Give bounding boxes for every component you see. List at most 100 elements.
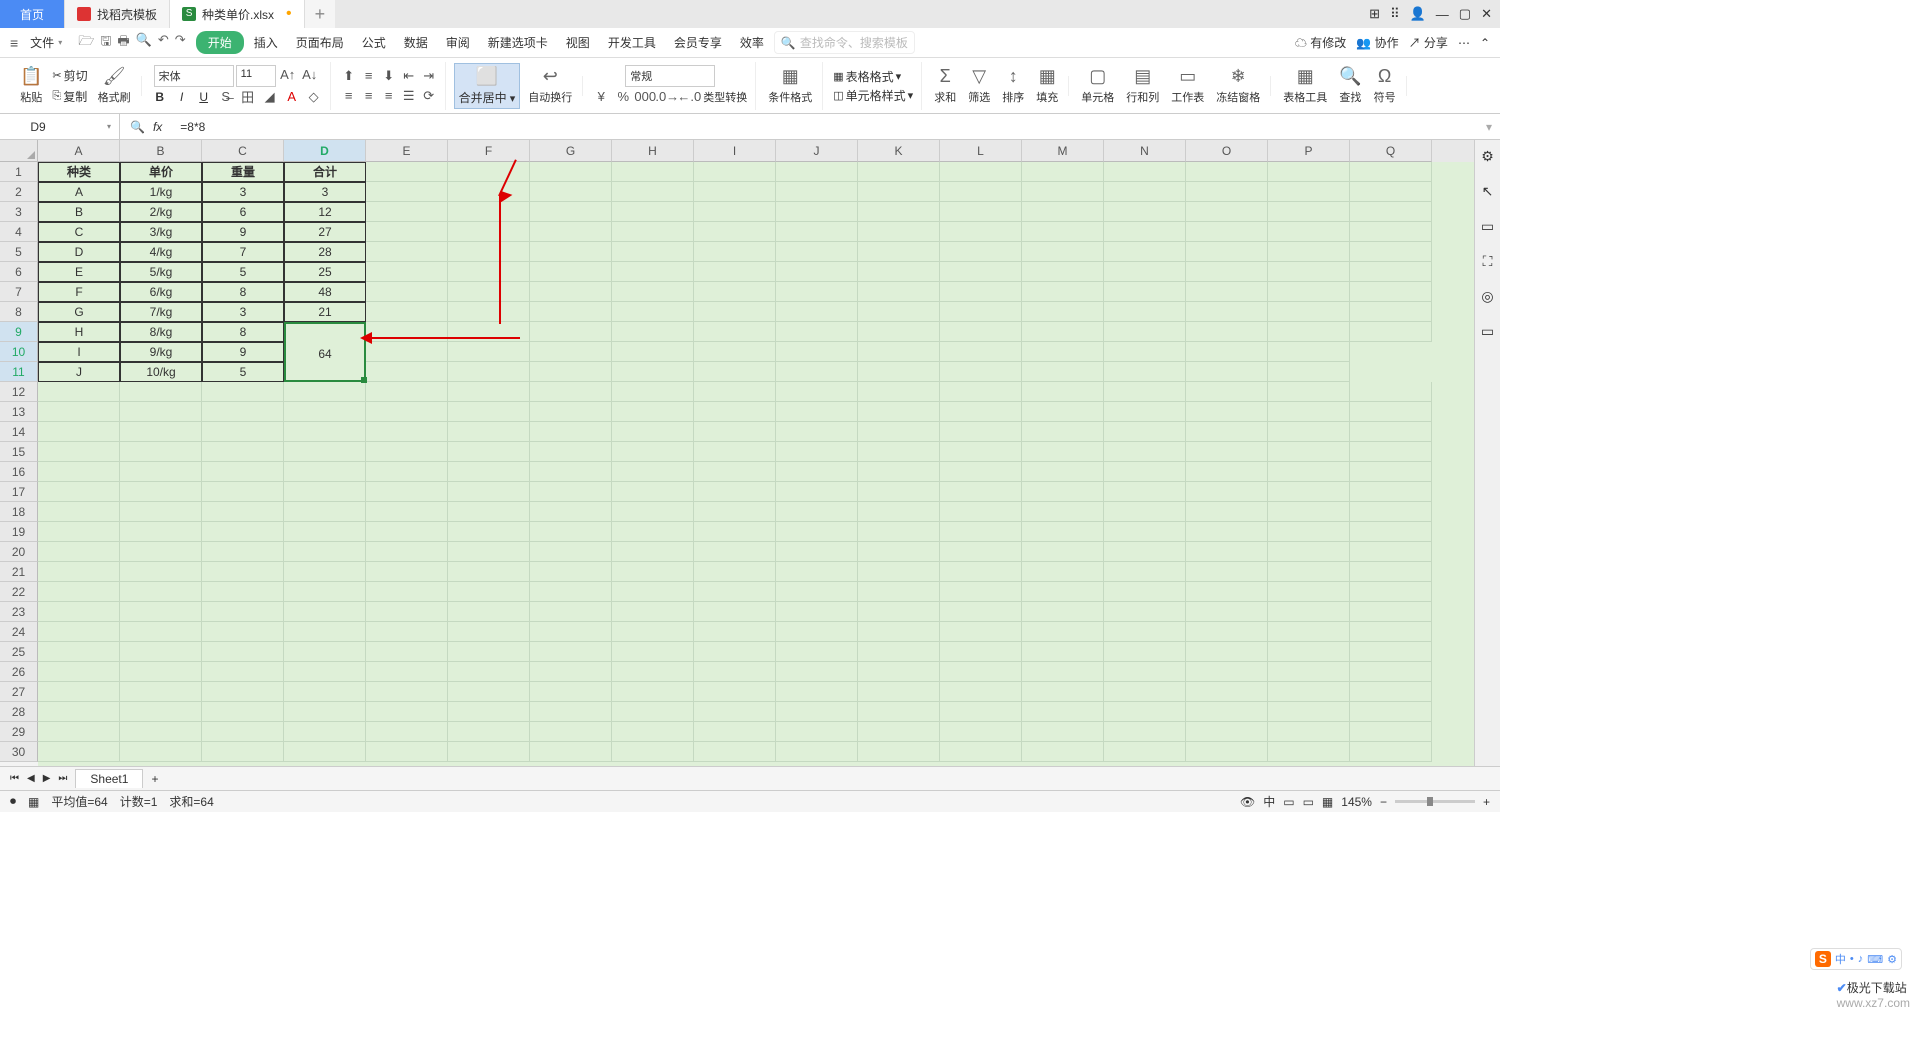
cell[interactable] xyxy=(448,662,530,682)
cell[interactable] xyxy=(1186,522,1268,542)
cell[interactable] xyxy=(776,402,858,422)
cell[interactable] xyxy=(448,722,530,742)
cell[interactable] xyxy=(940,442,1022,462)
cell[interactable] xyxy=(1268,242,1350,262)
cell[interactable] xyxy=(366,462,448,482)
underline-icon[interactable]: U xyxy=(194,87,214,107)
cell[interactable] xyxy=(694,502,776,522)
cell[interactable] xyxy=(776,722,858,742)
cell[interactable] xyxy=(1268,682,1350,702)
cell[interactable]: 5 xyxy=(202,362,284,382)
cell[interactable] xyxy=(38,722,120,742)
cell[interactable] xyxy=(120,682,202,702)
cell[interactable] xyxy=(694,162,776,182)
cell[interactable] xyxy=(38,622,120,642)
cell[interactable] xyxy=(1350,182,1432,202)
cell[interactable] xyxy=(202,462,284,482)
sheet-nav-last[interactable]: ⏭ xyxy=(58,773,67,784)
cell[interactable] xyxy=(1186,702,1268,722)
cell[interactable] xyxy=(694,582,776,602)
menu-member[interactable]: 会员专享 xyxy=(666,30,730,55)
cell[interactable] xyxy=(1022,402,1104,422)
cell[interactable] xyxy=(612,722,694,742)
cell[interactable] xyxy=(776,362,858,382)
formula-input[interactable] xyxy=(180,120,1470,134)
filter-button[interactable]: ▽筛选 xyxy=(964,66,994,105)
cell[interactable] xyxy=(1104,702,1186,722)
cell[interactable] xyxy=(776,162,858,182)
menu-start[interactable]: 开始 xyxy=(196,31,244,54)
cell[interactable] xyxy=(448,342,530,362)
cell[interactable] xyxy=(612,522,694,542)
cell[interactable] xyxy=(448,282,530,302)
cell[interactable] xyxy=(284,502,366,522)
cell[interactable] xyxy=(1104,162,1186,182)
close-button[interactable]: ✕ xyxy=(1481,6,1492,22)
row-header-17[interactable]: 17 xyxy=(0,482,38,502)
align-bottom-icon[interactable]: ⬇ xyxy=(379,66,399,86)
cell[interactable] xyxy=(694,422,776,442)
cell[interactable] xyxy=(1350,682,1432,702)
cell[interactable] xyxy=(694,402,776,422)
col-header-P[interactable]: P xyxy=(1268,140,1350,162)
cell[interactable]: 3 xyxy=(284,182,366,202)
cell[interactable] xyxy=(612,482,694,502)
cell[interactable]: 7/kg xyxy=(120,302,202,322)
cell[interactable] xyxy=(1350,242,1432,262)
cell[interactable] xyxy=(776,442,858,462)
cell[interactable]: 单价 xyxy=(120,162,202,182)
sheet-nav-prev[interactable]: ◀ xyxy=(27,773,35,784)
cell[interactable] xyxy=(1350,722,1432,742)
cell[interactable] xyxy=(694,242,776,262)
col-header-C[interactable]: C xyxy=(202,140,284,162)
cell[interactable] xyxy=(940,562,1022,582)
cell[interactable] xyxy=(120,642,202,662)
fill-color-icon[interactable]: ◢ xyxy=(260,87,280,107)
file-tab[interactable]: S 种类单价.xlsx xyxy=(170,0,305,28)
cell[interactable]: 48 xyxy=(284,282,366,302)
cell[interactable] xyxy=(530,422,612,442)
cell[interactable] xyxy=(858,362,940,382)
cell[interactable] xyxy=(1186,382,1268,402)
cell[interactable] xyxy=(1022,642,1104,662)
book-icon[interactable]: ▭ xyxy=(1481,323,1494,340)
cell[interactable] xyxy=(940,362,1022,382)
cell[interactable]: G xyxy=(38,302,120,322)
cell[interactable] xyxy=(612,642,694,662)
cell[interactable] xyxy=(858,662,940,682)
cell[interactable] xyxy=(694,442,776,462)
cell[interactable] xyxy=(38,742,120,762)
cell[interactable] xyxy=(694,702,776,722)
cell[interactable] xyxy=(940,322,1022,342)
cell[interactable] xyxy=(612,462,694,482)
align-right-icon[interactable]: ≡ xyxy=(379,86,399,106)
cell[interactable] xyxy=(448,162,530,182)
templates-tab[interactable]: 找稻壳模板 xyxy=(65,0,170,28)
chevron-down-icon[interactable]: ▾ xyxy=(107,122,111,131)
cell[interactable] xyxy=(776,262,858,282)
cell[interactable] xyxy=(448,522,530,542)
cell[interactable] xyxy=(366,182,448,202)
cell[interactable] xyxy=(120,562,202,582)
cell[interactable] xyxy=(612,382,694,402)
cell[interactable] xyxy=(776,462,858,482)
cell[interactable] xyxy=(694,482,776,502)
cell[interactable] xyxy=(1104,242,1186,262)
cell[interactable] xyxy=(776,182,858,202)
cell[interactable]: 8 xyxy=(202,282,284,302)
cell[interactable] xyxy=(940,722,1022,742)
cell[interactable] xyxy=(776,622,858,642)
cell[interactable] xyxy=(448,442,530,462)
cell[interactable] xyxy=(1186,322,1268,342)
cell[interactable] xyxy=(1022,322,1104,342)
cell[interactable]: 9 xyxy=(202,222,284,242)
row-header-23[interactable]: 23 xyxy=(0,602,38,622)
cell[interactable] xyxy=(366,682,448,702)
cell[interactable] xyxy=(1186,402,1268,422)
cell[interactable] xyxy=(38,702,120,722)
row-header-14[interactable]: 14 xyxy=(0,422,38,442)
cell[interactable] xyxy=(858,162,940,182)
cell[interactable] xyxy=(612,702,694,722)
cell[interactable] xyxy=(530,402,612,422)
cell[interactable] xyxy=(1022,742,1104,762)
